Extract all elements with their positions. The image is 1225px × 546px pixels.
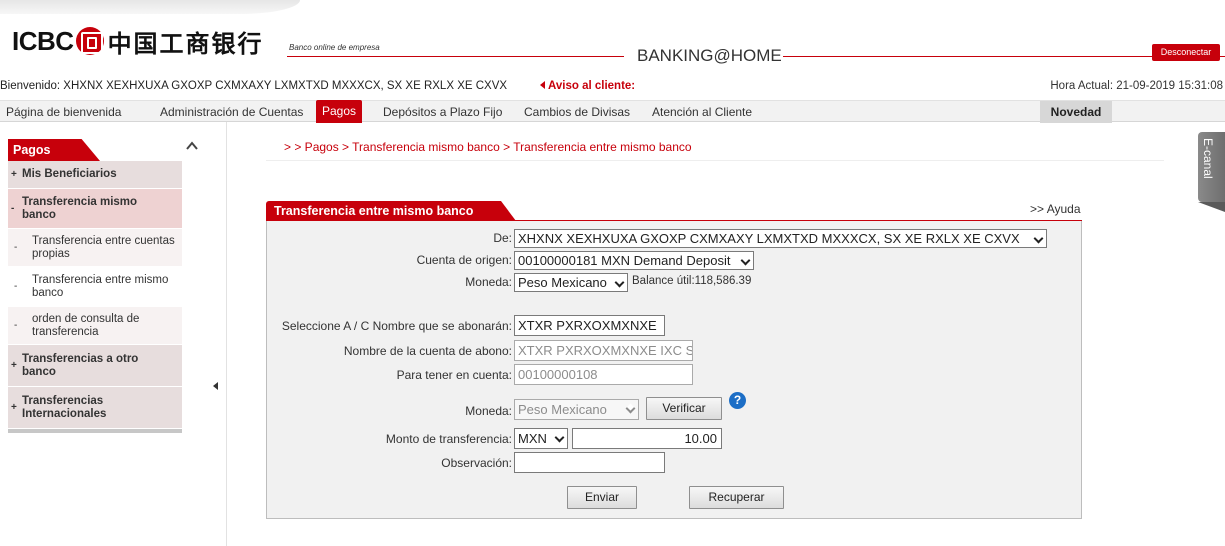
sidebar-item-consulta-transferencia[interactable]: - orden de consulta de transferencia	[8, 307, 182, 345]
sidebar-divider	[226, 122, 227, 546]
account-number-label: Para tener en cuenta:	[396, 368, 512, 382]
credit-account-name-label: Nombre de la cuenta de abono:	[343, 344, 512, 358]
logo-text: ICBC	[12, 25, 74, 56]
welcome-bar: Bienvenido: XHXNX XEXHXUXA GXOXP CXMXAXY…	[0, 76, 1225, 96]
beneficiary-name-input[interactable]: XTXR PXRXOXMXNXE	[514, 315, 665, 336]
dash-icon: -	[14, 242, 18, 253]
credit-currency-select[interactable]: Peso Mexicano	[514, 399, 639, 420]
ecanal-label: E-canal	[1201, 138, 1215, 179]
expand-icon: +	[11, 402, 17, 413]
logout-button[interactable]: Desconectar	[1152, 44, 1220, 61]
form-title: Transferencia entre mismo banco	[266, 201, 516, 221]
sidebar-item-label: orden de consulta de transferencia	[32, 312, 140, 338]
sidebar-item-otro-banco[interactable]: + Transferencias a otro banco	[8, 345, 182, 387]
header-curve	[0, 0, 300, 14]
sidebar-item-cuentas-propias[interactable]: - Transferencia entre cuentas propias	[8, 229, 182, 267]
from-label: De:	[493, 231, 512, 245]
sidebar: Pagos + Mis Beneficiarios - Transferenci…	[8, 139, 182, 433]
sidebar-item-entre-mismo-banco[interactable]: - Transferencia entre mismo banco	[8, 267, 182, 307]
available-balance: Balance útil:118,586.39	[632, 275, 752, 287]
sidebar-footer-bar	[8, 429, 182, 433]
sidebar-title: Pagos	[8, 139, 100, 161]
icbc-emblem-icon	[75, 27, 104, 55]
verify-button[interactable]: Verificar	[646, 397, 722, 420]
breadcrumb[interactable]: > > Pagos > Transferencia mismo banco > …	[284, 140, 692, 154]
source-account-label: Cuenta de origen:	[416, 253, 512, 267]
source-account-select[interactable]: 00100000181 MXN Demand Deposit	[514, 251, 754, 270]
sidebar-header: Pagos	[8, 139, 182, 161]
customer-notice-label: Aviso al cliente:	[548, 80, 636, 92]
customer-notice-link[interactable]: Aviso al cliente:	[540, 76, 635, 96]
nav-item-depositos[interactable]: Depósitos a Plazo Fijo	[383, 101, 502, 123]
sidebar-item-label: Mis Beneficiarios	[22, 168, 117, 180]
chevron-up-icon[interactable]	[185, 139, 199, 153]
ecanal-tab[interactable]: E-canal	[1198, 132, 1225, 212]
credit-account-name-input[interactable]: XTXR PXRXOXMXNXE IXC S	[514, 340, 693, 361]
notice-arrow-icon	[540, 81, 545, 89]
beneficiary-name-label: Seleccione A / C Nombre que se abonarán:	[281, 319, 512, 333]
sidebar-item-label: Transferencia entre mismo banco	[32, 273, 169, 299]
collapse-icon: -	[11, 203, 15, 214]
reset-button[interactable]: Recuperar	[689, 486, 784, 509]
help-link[interactable]: >> Ayuda	[1030, 202, 1081, 216]
welcome-text: Bienvenido: XHXNX XEXHXUXA GXOXP CXMXAXY…	[0, 80, 508, 92]
expand-icon: +	[11, 169, 17, 180]
nav-item-pagos[interactable]: Pagos	[316, 100, 363, 123]
header-rule-left	[287, 56, 624, 57]
sidebar-item-internacionales[interactable]: + Transferencias Internacionales	[8, 387, 182, 429]
dash-icon: -	[14, 281, 18, 292]
help-icon[interactable]: ?	[729, 392, 746, 409]
credit-currency-label: Moneda:	[465, 404, 512, 418]
sidebar-item-beneficiarios[interactable]: + Mis Beneficiarios	[8, 161, 182, 189]
collapse-sidebar-arrow-icon[interactable]	[213, 382, 218, 390]
icbc-logo: ICBC 中国工商银行	[12, 24, 264, 58]
dash-icon: -	[14, 320, 18, 331]
sidebar-item-label: Transferencias Internacionales	[22, 394, 107, 420]
currency-label: Moneda:	[465, 275, 512, 289]
note-input[interactable]	[514, 452, 665, 473]
currency-select[interactable]: Peso Mexicano	[514, 273, 628, 292]
site-title: BANKING@HOME	[637, 46, 782, 65]
sidebar-item-transferencia-mismo-banco[interactable]: - Transferencia mismo banco	[8, 189, 182, 229]
sidebar-item-label: Transferencias a otro banco	[22, 352, 139, 378]
tagline: Banco online de empresa	[289, 43, 380, 52]
nav-item-divisas[interactable]: Cambios de Divisas	[524, 101, 630, 123]
account-number-input[interactable]: 00100000108	[514, 364, 693, 385]
amount-input[interactable]: 10.00	[572, 428, 722, 449]
nav-item-novedad[interactable]: Novedad	[1040, 101, 1112, 123]
sidebar-item-label: Transferencia mismo banco	[22, 195, 138, 221]
nav-item-atencion[interactable]: Atención al Cliente	[652, 101, 752, 123]
amount-currency-select[interactable]: MXN	[514, 428, 568, 449]
sidebar-item-label: Transferencia entre cuentas propias	[32, 234, 175, 260]
main-nav: Página de bienvenida Administración de C…	[0, 100, 1225, 123]
nav-item-administracion[interactable]: Administración de Cuentas	[160, 101, 303, 123]
current-time: Hora Actual: 21-09-2019 15:31:08	[1050, 80, 1223, 92]
expand-icon: +	[11, 360, 17, 371]
breadcrumb-rule	[266, 160, 1164, 161]
nav-item-bienvenida[interactable]: Página de bienvenida	[6, 101, 121, 123]
amount-label: Monto de transferencia:	[385, 432, 512, 446]
send-button[interactable]: Enviar	[567, 486, 637, 509]
from-select[interactable]: XHXNX XEXHXUXA GXOXP CXMXAXY LXMXTXD MXX…	[514, 229, 1047, 248]
note-label: Observación:	[441, 456, 512, 470]
logo-chinese-text: 中国工商银行	[107, 29, 264, 58]
